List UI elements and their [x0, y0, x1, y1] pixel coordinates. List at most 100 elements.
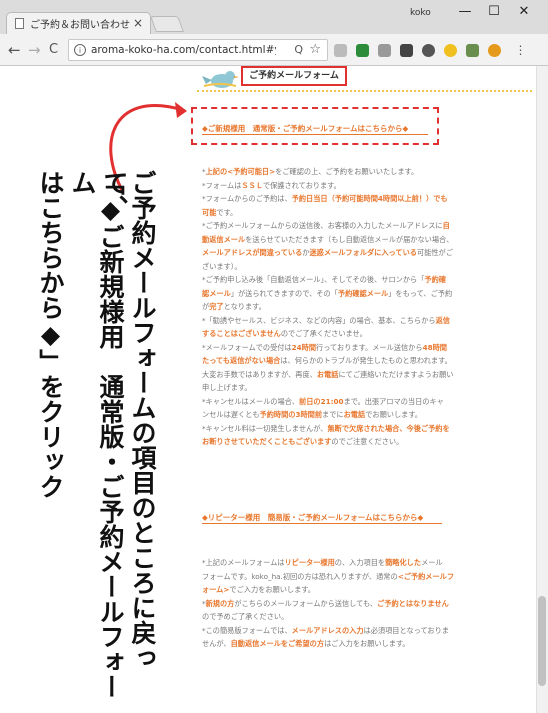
note-text: で保護されております。: [262, 180, 341, 190]
info-icon[interactable]: i: [74, 44, 86, 56]
link-underline: [202, 523, 442, 524]
note-line: ォーム>でご入力をお願いします。: [202, 583, 508, 597]
reservation-notes: *上記の<予約可能日>をご確認の上、ご予約をお願いいたします。 *フォームはＳＳＬ…: [202, 165, 508, 449]
bird-logo-icon: [202, 71, 239, 88]
note-text: 大変お手数ではありますが、再度、: [202, 369, 317, 379]
highlighted-text: 自動返信メールをご希望の方: [230, 639, 325, 648]
note-text: は必須項目となっておりま: [363, 625, 449, 635]
note-line: *フォームからのご予約は、予約日当日（予約可能時間4時間以上前！）でも: [202, 192, 508, 206]
note-line: 認メール」が送られてきますので、その「予約確認メール」をもって、ご予約: [202, 287, 508, 301]
highlighted-text: お電話: [316, 369, 339, 379]
highlighted-text: お電話: [343, 410, 366, 419]
note-line: お断りさせていただくこともございますのでご注意ください。: [202, 435, 508, 449]
note-line: ので予めご了承ください。: [202, 610, 508, 624]
note-text: *ご予約申し込み後「自動返信メール」、そしてその後、サロンから「: [202, 275, 425, 284]
annotation-line-3: はこちらから◆」をクリック: [36, 170, 65, 499]
note-text: 可能性がご: [416, 248, 453, 257]
note-text: フォームです。koko_ha.初回の方は恐れ入りますが、通常の: [202, 571, 398, 581]
highlighted-text: メールアドレスの入力: [291, 625, 364, 635]
extension-icon-4[interactable]: [400, 44, 413, 57]
note-line: することはございませんのでご了承くださいませ。: [202, 327, 508, 341]
note-text: 」が送られてきますので、その「: [230, 288, 338, 298]
note-text: をご確認の上、ご予約をお願いいたします。: [275, 167, 419, 176]
link-underline: [202, 134, 428, 135]
browser-tab[interactable]: ご予約＆お問い合わせ ア ×: [6, 12, 151, 34]
highlighted-text: 完了: [209, 302, 224, 311]
new-tab-button[interactable]: [150, 16, 184, 32]
highlighted-text: することはございません: [202, 329, 281, 338]
highlighted-text: 予約確認メール: [337, 288, 389, 298]
scrollbar-thumb[interactable]: [538, 596, 546, 686]
tab-title: ご予約＆お問い合わせ ア: [30, 20, 130, 31]
note-text: 」をもって、ご予約: [388, 288, 453, 298]
new-customer-form-link[interactable]: ◆ご新規様用 通常版・ご予約メールフォームはこちらから◆: [202, 123, 408, 134]
minimize-button[interactable]: —: [455, 4, 475, 19]
close-window-button[interactable]: ✕: [514, 4, 534, 19]
note-text: *フォームは: [202, 180, 242, 190]
note-line: *フォームはＳＳＬで保護されております。: [202, 179, 508, 193]
note-line: *新規の方がこちらのメールフォームから送信しても、ご予約とはなりません: [202, 597, 508, 611]
note-text: 申し上げます。: [202, 383, 252, 392]
highlighted-text: 予約確: [424, 275, 446, 284]
note-text: は、何らかのトラブルが発生したものと思われます。: [280, 356, 452, 365]
forward-button[interactable]: →: [28, 41, 41, 59]
scrollbar[interactable]: [536, 66, 548, 713]
note-text: *この簡易版フォームでは、: [202, 625, 292, 635]
extension-icon-5[interactable]: [422, 44, 435, 57]
note-line: *ご予約申し込み後「自動返信メール」、そしてその後、サロンから「予約確: [202, 273, 508, 287]
note-text: ので予めご了承ください。: [202, 612, 289, 621]
note-line: *キャンセル料は一切発生しませんが、無断で欠席された場合、今後ご予約を: [202, 422, 508, 436]
repeater-notes: *上記のメールフォームはリピーター様用の、入力項目を簡略化したメール フォームです…: [202, 556, 508, 651]
note-text: *キャンセルはメールの場合、: [202, 396, 300, 406]
note-line: 申し上げます。: [202, 381, 508, 395]
extension-icon-6[interactable]: [444, 44, 457, 57]
note-text: メール: [421, 558, 443, 567]
zoom-icon[interactable]: Q: [294, 43, 303, 56]
highlighted-text: 無断で欠席された場合、今後ご予約を: [327, 423, 450, 433]
extension-icon-1[interactable]: [334, 44, 347, 57]
highlighted-text: 簡略化した: [385, 558, 422, 567]
note-text: を送らせていただきます（もし自動返信メールが届かない場合、: [245, 234, 454, 244]
browser-toolbar: ← → C i aroma-koko-ha.com/contact.html#y…: [0, 34, 548, 66]
extension-icon-8[interactable]: [488, 44, 501, 57]
highlighted-text: 返信: [435, 315, 450, 325]
note-line: *この簡易版フォームでは、メールアドレスの入力は必須項目となっておりま: [202, 624, 508, 638]
extension-icon-3[interactable]: [378, 44, 391, 57]
note-line: 大変お手数ではありますが、再度、お電話にてご連絡いただけますようお願い: [202, 368, 508, 382]
highlighted-text: お断りさせていただくこともございます: [202, 437, 332, 446]
note-text: はご入力をお願いします。: [324, 639, 410, 648]
highlighted-text: 認メール: [202, 288, 231, 298]
address-bar[interactable]: i aroma-koko-ha.com/contact.html#yoya...…: [68, 39, 328, 61]
note-text: でお願いします。: [365, 410, 422, 419]
highlighted-text: 自: [442, 221, 450, 230]
bookmark-star-icon[interactable]: ☆: [309, 42, 321, 57]
note-line: *上記の<予約可能日>をご確認の上、ご予約をお願いいたします。: [202, 165, 508, 179]
maximize-button[interactable]: ☐: [484, 4, 504, 19]
note-text: *「勧誘やセールス、ビジネス、などの内容」の場合、基本、こちらから: [202, 315, 436, 325]
note-text: がこちらのメールフォームから送信しても、: [234, 598, 378, 608]
note-line: メールアドレスが間違っているか迷惑メールフォルダに入っている可能性がご: [202, 246, 508, 260]
note-text: ンセルは遅くとも: [202, 410, 260, 419]
menu-icon[interactable]: ⋮: [514, 44, 527, 57]
highlighted-text: 前日の21:00: [299, 396, 344, 406]
annotation-line-2: 「◆ご新規様用 通常版・ご予約メールフォーム: [68, 170, 125, 699]
note-text: のでご注意ください。: [331, 437, 404, 446]
highlighted-text: 予約時間の3時間前: [259, 410, 323, 419]
tab-close-icon[interactable]: ×: [133, 16, 143, 30]
note-line: せんが、自動返信メールをご希望の方はご入力をお願いします。: [202, 637, 508, 651]
highlighted-text: たっても返信がない場合: [202, 356, 281, 365]
note-line: *メールフォームでの受付は24時間行っております。メール送信から48時間: [202, 341, 508, 355]
repeater-form-link[interactable]: ◆リピーター様用 簡易版・ご予約メールフォームはこちらから◆: [202, 512, 423, 523]
highlighted-text: ご予約とはなりません: [377, 598, 449, 608]
note-text: せんが、: [202, 639, 231, 648]
highlighted-text: 上記の<予約可能日>: [205, 167, 276, 176]
highlighted-text: <ご予約メールフ: [397, 571, 455, 581]
extension-icon-7[interactable]: [466, 44, 479, 57]
reload-button[interactable]: C: [49, 42, 58, 57]
reservation-form-heading: ご予約メールフォーム: [241, 66, 347, 86]
back-button[interactable]: ←: [8, 41, 21, 59]
extension-icon-2[interactable]: [356, 44, 369, 57]
profile-name[interactable]: koko: [410, 8, 431, 18]
note-line: *ご予約メールフォームからの送信後、お客様の入力したメールアドレスに自: [202, 219, 508, 233]
note-line: フォームです。koko_ha.初回の方は恐れ入りますが、通常の<ご予約メールフ: [202, 570, 508, 584]
